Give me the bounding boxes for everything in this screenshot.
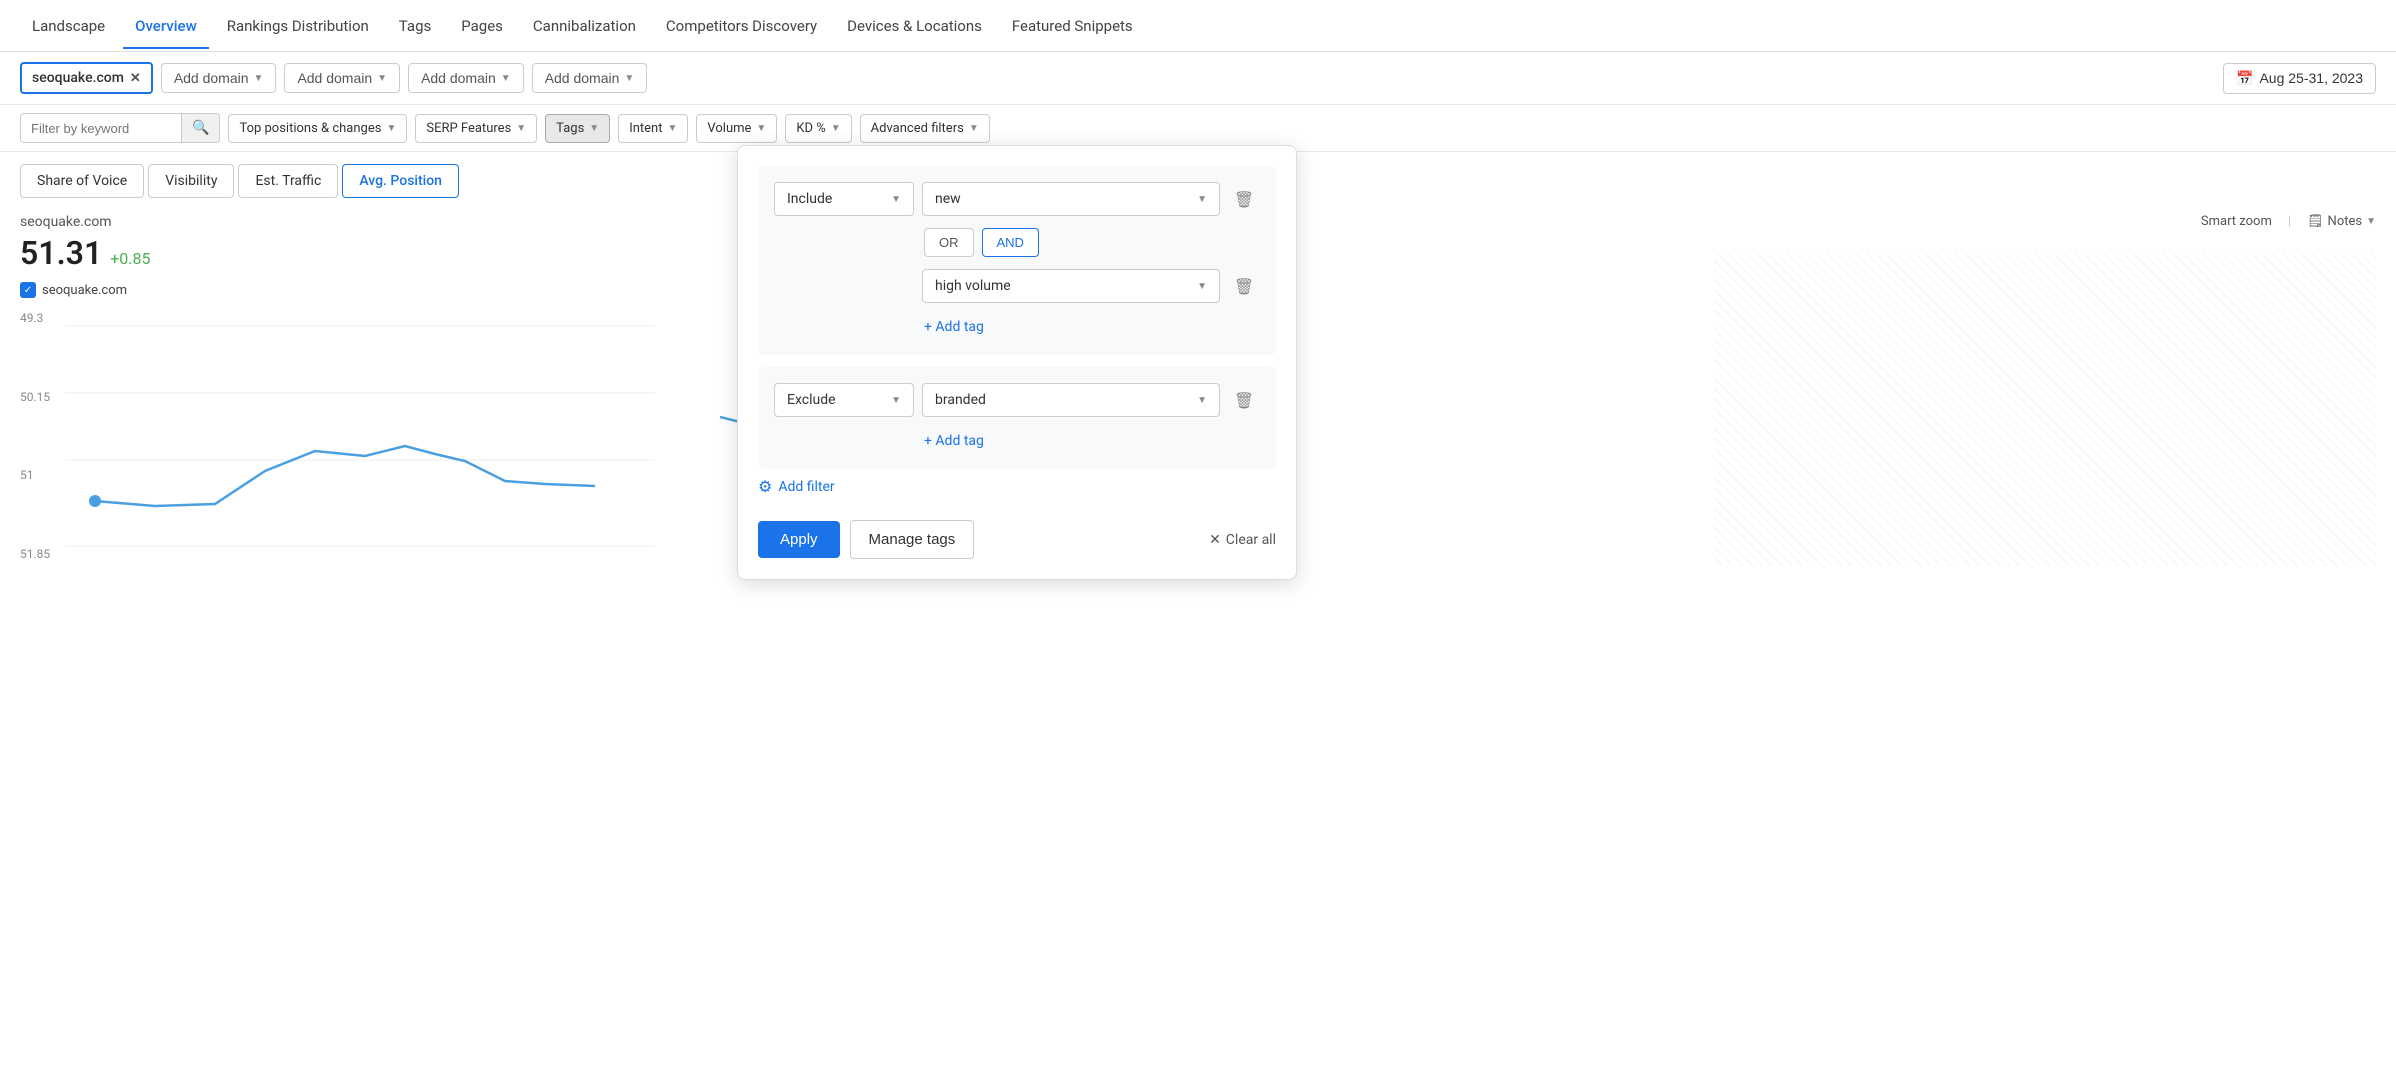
tag-value-select-1[interactable]: new ▼ xyxy=(922,182,1220,216)
chevron-down-icon: ▼ xyxy=(891,395,901,406)
nav-rankings-distribution[interactable]: Rankings Distribution xyxy=(215,3,381,49)
date-range-button[interactable]: 📅 Aug 25-31, 2023 xyxy=(2223,63,2376,94)
tab-visibility[interactable]: Visibility xyxy=(148,164,234,198)
include-select[interactable]: Include ▼ xyxy=(774,182,914,216)
domain-bar: seoquake.com ✕ Add domain ▼ Add domain ▼… xyxy=(0,52,2396,105)
exclude-select-value: Exclude xyxy=(787,392,836,408)
include-filter-section: Include ▼ new ▼ 🗑 OR AND high volume ▼ 🗑… xyxy=(758,166,1276,355)
filter-row-2: high volume ▼ 🗑 xyxy=(774,269,1260,303)
filter-row-3: Exclude ▼ branded ▼ 🗑 xyxy=(774,383,1260,417)
nav-cannibalization[interactable]: Cannibalization xyxy=(521,3,648,49)
chart-legend: ✓ seoquake.com xyxy=(20,282,720,298)
advanced-filters[interactable]: Advanced filters ▼ xyxy=(860,114,990,143)
panel-actions: Apply Manage tags ✕ Clear all xyxy=(758,520,1276,559)
chevron-down-icon: ▼ xyxy=(254,73,264,84)
and-button[interactable]: AND xyxy=(982,228,1039,257)
clear-all-link[interactable]: ✕ Clear all xyxy=(1209,532,1276,548)
chevron-down-icon: ▼ xyxy=(386,123,396,134)
tag-value-select-3[interactable]: branded ▼ xyxy=(922,383,1220,417)
kd-percent-filter[interactable]: KD % ▼ xyxy=(785,114,851,143)
nav-featured-snippets[interactable]: Featured Snippets xyxy=(1000,3,1145,49)
nav-pages[interactable]: Pages xyxy=(449,3,515,49)
chart-svg-container: 49.3 50.15 51 51.85 xyxy=(20,306,660,566)
filter-row-1: Include ▼ new ▼ 🗑 xyxy=(774,182,1260,216)
add-domain-button-2[interactable]: Add domain ▼ xyxy=(284,63,400,93)
exclude-select[interactable]: Exclude ▼ xyxy=(774,383,914,417)
metric-value: 51.31 xyxy=(20,234,102,272)
chart-left-panel: seoquake.com 51.31 +0.85 ✓ seoquake.com … xyxy=(20,214,720,566)
chevron-down-icon: ▼ xyxy=(624,73,634,84)
chevron-down-icon: ▼ xyxy=(501,73,511,84)
search-button[interactable]: 🔍 xyxy=(181,114,219,142)
logic-toggle-row: OR AND xyxy=(924,228,1260,257)
tab-share-of-voice[interactable]: Share of Voice xyxy=(20,164,144,198)
chevron-down-icon: ▼ xyxy=(831,123,841,134)
add-tag-link-1[interactable]: + Add tag xyxy=(774,315,1260,339)
add-filter-link[interactable]: ⚙ Add filter xyxy=(758,469,1276,504)
add-domain-button-1[interactable]: Add domain ▼ xyxy=(161,63,277,93)
chart-svg xyxy=(65,306,655,566)
apply-button[interactable]: Apply xyxy=(758,521,840,558)
keyword-search-input[interactable] xyxy=(21,115,181,142)
tag-select-value-3: branded xyxy=(935,392,986,408)
close-domain-icon[interactable]: ✕ xyxy=(130,71,141,86)
tag-value-select-2[interactable]: high volume ▼ xyxy=(922,269,1220,303)
nav-overview[interactable]: Overview xyxy=(123,3,209,49)
tab-est-traffic[interactable]: Est. Traffic xyxy=(238,164,338,198)
y-axis-labels: 49.3 50.15 51 51.85 xyxy=(20,306,65,566)
chart-start-dot xyxy=(89,495,101,507)
chevron-down-icon: ▼ xyxy=(516,123,526,134)
nav-tags[interactable]: Tags xyxy=(387,3,443,49)
domain-chip-label: seoquake.com xyxy=(32,70,124,86)
close-icon: ✕ xyxy=(1209,532,1221,548)
chevron-down-icon: ▼ xyxy=(1197,194,1207,205)
delete-filter-row-3-button[interactable]: 🗑 xyxy=(1228,384,1260,416)
top-navigation: Landscape Overview Rankings Distribution… xyxy=(0,0,2396,52)
chevron-down-icon: ▼ xyxy=(377,73,387,84)
nav-landscape[interactable]: Landscape xyxy=(20,3,117,49)
tags-filter[interactable]: Tags ▼ xyxy=(545,114,610,143)
tag-select-value-1: new xyxy=(935,191,961,207)
chevron-down-icon: ▼ xyxy=(969,123,979,134)
tags-panel: Include ▼ new ▼ 🗑 OR AND high volume ▼ 🗑… xyxy=(737,145,1297,580)
nav-competitors-discovery[interactable]: Competitors Discovery xyxy=(654,3,829,49)
delete-filter-row-1-button[interactable]: 🗑 xyxy=(1228,183,1260,215)
metric-change: +0.85 xyxy=(110,249,150,268)
chart-domain-label: seoquake.com xyxy=(20,214,720,230)
chevron-down-icon: ▼ xyxy=(891,194,901,205)
tab-avg-position[interactable]: Avg. Position xyxy=(342,164,459,198)
chevron-down-icon: ▼ xyxy=(667,123,677,134)
manage-tags-button[interactable]: Manage tags xyxy=(850,520,975,559)
chevron-down-icon: ▼ xyxy=(1197,395,1207,406)
notes-label: Notes xyxy=(2328,214,2363,229)
add-domain-button-3[interactable]: Add domain ▼ xyxy=(408,63,524,93)
chevron-down-icon: ▼ xyxy=(589,123,599,134)
chart-hatch-region xyxy=(1714,254,2376,566)
smart-zoom-label: Smart zoom xyxy=(2201,214,2272,229)
active-domain-chip[interactable]: seoquake.com ✕ xyxy=(20,62,153,94)
add-tag-link-2[interactable]: + Add tag xyxy=(774,429,1260,453)
chevron-down-icon: ▼ xyxy=(1197,281,1207,292)
calendar-icon: 📅 xyxy=(2236,70,2253,87)
exclude-filter-section: Exclude ▼ branded ▼ 🗑 + Add tag xyxy=(758,367,1276,469)
volume-filter[interactable]: Volume ▼ xyxy=(696,114,777,143)
top-positions-filter[interactable]: Top positions & changes ▼ xyxy=(228,114,407,143)
intent-filter[interactable]: Intent ▼ xyxy=(618,114,688,143)
keyword-search-container: 🔍 xyxy=(20,113,220,143)
chevron-down-icon: ▼ xyxy=(2366,216,2376,227)
nav-devices-locations[interactable]: Devices & Locations xyxy=(835,3,994,49)
include-select-value: Include xyxy=(787,191,832,207)
filter-icon: ⚙ xyxy=(758,477,772,496)
chevron-down-icon: ▼ xyxy=(756,123,766,134)
legend-checkbox[interactable]: ✓ xyxy=(20,282,36,298)
delete-filter-row-2-button[interactable]: 🗑 xyxy=(1228,270,1260,302)
serp-features-filter[interactable]: SERP Features ▼ xyxy=(415,114,537,143)
notes-icon: 🗒 xyxy=(2307,214,2324,229)
legend-label: seoquake.com xyxy=(42,283,127,298)
or-button[interactable]: OR xyxy=(924,228,974,257)
notes-button[interactable]: 🗒 Notes ▼ xyxy=(2307,214,2376,229)
add-domain-button-4[interactable]: Add domain ▼ xyxy=(532,63,648,93)
tag-select-value-2: high volume xyxy=(935,278,1011,294)
